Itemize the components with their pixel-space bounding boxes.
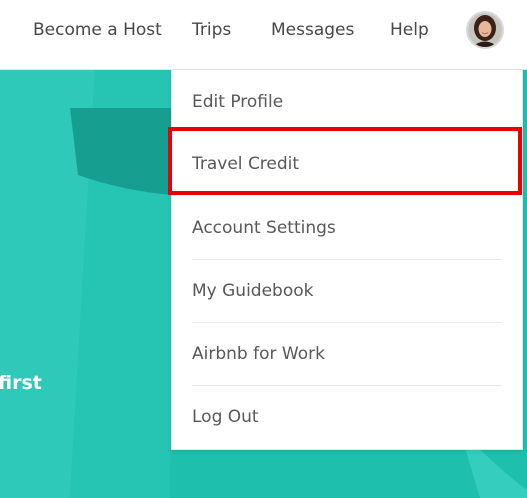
menu-item-my-guidebook[interactable]: My Guidebook	[192, 260, 502, 323]
help-link[interactable]: Help	[390, 19, 429, 41]
messages-link[interactable]: Messages	[271, 19, 354, 41]
trips-link[interactable]: Trips	[192, 19, 231, 41]
menu-item-travel-credit[interactable]: Travel Credit	[192, 133, 502, 196]
avatar-photo-icon	[468, 13, 502, 47]
menu-item-log-out[interactable]: Log Out	[192, 386, 502, 449]
top-navigation: Become a Host Trips Messages Help	[0, 0, 527, 70]
profile-dropdown-menu: Edit Profile Travel Credit Account Setti…	[171, 70, 523, 450]
menu-item-account-settings[interactable]: Account Settings	[192, 197, 502, 260]
hero-headline-fragment: first	[0, 372, 42, 394]
become-a-host-link[interactable]: Become a Host	[33, 19, 162, 41]
menu-item-airbnb-for-work[interactable]: Airbnb for Work	[192, 323, 502, 386]
user-avatar[interactable]	[466, 11, 504, 49]
menu-item-edit-profile[interactable]: Edit Profile	[192, 71, 502, 134]
